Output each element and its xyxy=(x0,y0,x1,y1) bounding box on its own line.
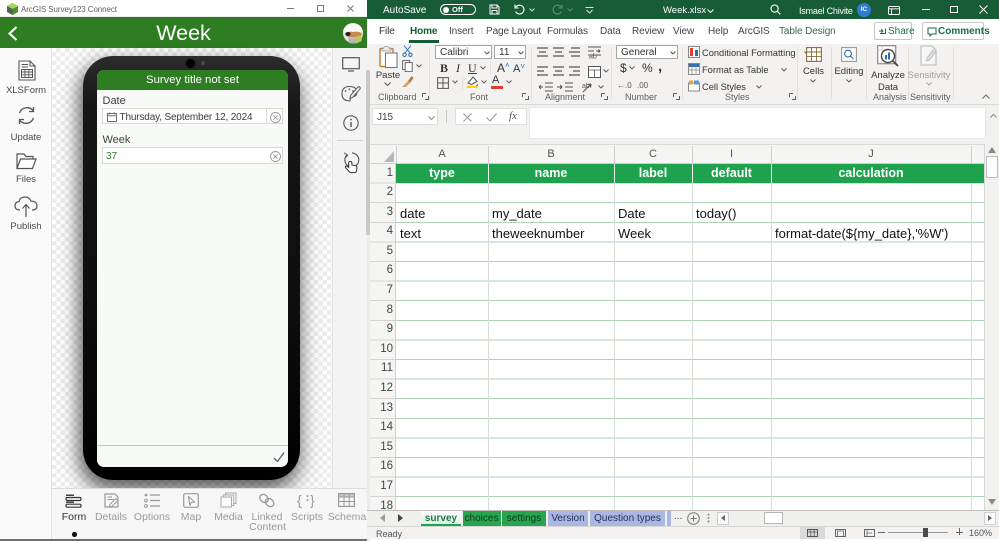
svg-text:ab: ab xyxy=(582,83,590,90)
svg-text:{: { xyxy=(297,492,302,508)
svg-text:.00: .00 xyxy=(637,81,649,90)
svg-text:←.0: ←.0 xyxy=(617,81,632,90)
svg-text:}: } xyxy=(310,492,315,508)
svg-text:ab: ab xyxy=(589,54,597,60)
